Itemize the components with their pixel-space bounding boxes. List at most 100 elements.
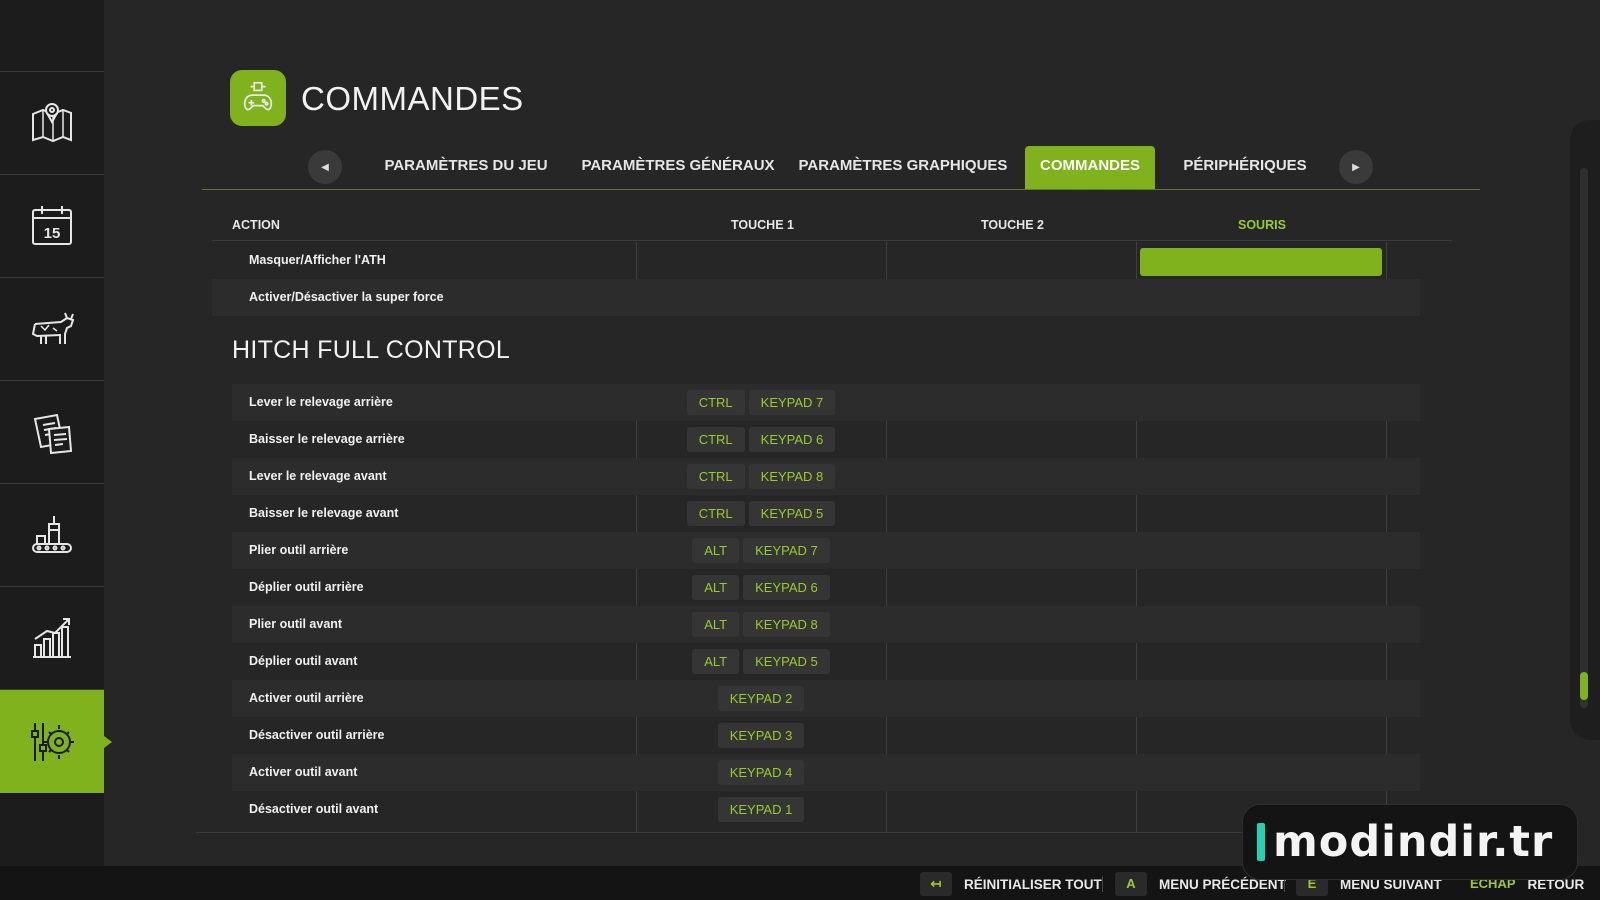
mouse-binding-selected[interactable] xyxy=(1140,248,1382,276)
action-label: Activer outil avant xyxy=(249,765,358,779)
binding-row[interactable]: Lever le relevage avant CTRL KEYPAD 8 xyxy=(232,458,1420,495)
key1-binding[interactable]: CTRL KEYPAD 5 xyxy=(636,501,886,526)
binding-row[interactable]: Déplier outil arrière ALT KEYPAD 6 xyxy=(232,569,1420,606)
key-cap: KEYPAD 1 xyxy=(717,797,805,822)
chart-icon xyxy=(33,618,71,658)
action-label: Baisser le relevage arrière xyxy=(249,432,405,446)
scrollbar-thumb[interactable] xyxy=(1580,672,1588,700)
svg-text:15: 15 xyxy=(44,225,61,242)
sidebar-item-contracts[interactable] xyxy=(0,381,104,484)
key1-binding[interactable]: KEYPAD 3 xyxy=(636,723,886,748)
cow-icon xyxy=(31,312,75,344)
binding-row[interactable]: Activer outil avant KEYPAD 4 xyxy=(232,754,1420,791)
prev-menu-key: A xyxy=(1115,872,1147,896)
action-label: Baisser le relevage avant xyxy=(249,506,399,520)
key-cap: KEYPAD 4 xyxy=(717,760,805,785)
calendar-icon: 15 xyxy=(32,206,72,245)
tab-peripherals[interactable]: PÉRIPHÉRIQUES xyxy=(1170,146,1320,189)
reset-all-label: RÉINITIALISER TOUT xyxy=(964,876,1102,892)
sidebar-item-settings[interactable] xyxy=(0,690,112,793)
page-icon xyxy=(230,70,286,126)
watermark-text: modindir.tr xyxy=(1273,817,1554,867)
sidebar-item-animals[interactable] xyxy=(0,278,104,381)
action-label: Activer outil arrière xyxy=(249,691,364,705)
arrow-right-icon: ▶ xyxy=(1352,161,1360,173)
tab-next-button[interactable]: ▶ xyxy=(1339,150,1373,184)
tab-prev-button[interactable]: ◀ xyxy=(308,150,342,184)
key-cap: ALT xyxy=(692,538,740,563)
key-cap: CTRL xyxy=(686,464,745,489)
key1-binding[interactable]: CTRL KEYPAD 7 xyxy=(636,390,886,415)
sidebar: 15 xyxy=(0,0,112,868)
settings-screen: 15 COMMANDES ◀ PARAMÈTRES DU JEU PARAMÈT… xyxy=(0,0,1600,900)
binding-row[interactable]: Masquer/Afficher l'ATH xyxy=(232,242,1420,279)
binding-row[interactable]: Activer/Désactiver la super force xyxy=(212,279,1420,316)
tab-graphics-settings[interactable]: PARAMÈTRES GRAPHIQUES xyxy=(798,146,1008,189)
watermark: modindir.tr xyxy=(1242,804,1578,880)
column-header-key1: TOUCHE 1 xyxy=(731,218,794,232)
key-cap: KEYPAD 2 xyxy=(717,686,805,711)
section-title: HITCH FULL CONTROL xyxy=(232,336,511,364)
sidebar-item-production[interactable] xyxy=(0,484,104,587)
key-cap: ALT xyxy=(692,575,740,600)
documents-icon xyxy=(33,413,73,455)
tab-controls[interactable]: COMMANDES xyxy=(1025,146,1155,189)
key1-binding[interactable]: CTRL KEYPAD 6 xyxy=(636,427,886,452)
key-cap: CTRL xyxy=(686,501,745,526)
binding-row[interactable]: Désactiver outil arrière KEYPAD 3 xyxy=(232,717,1420,754)
key-cap: KEYPAD 6 xyxy=(748,427,836,452)
key1-binding[interactable]: ALT KEYPAD 7 xyxy=(636,538,886,563)
sidebar-top-spacer xyxy=(0,0,104,72)
key1-binding[interactable]: KEYPAD 1 xyxy=(636,797,886,822)
table-bottom-divider xyxy=(196,832,1256,833)
key-cap: ALT xyxy=(692,649,740,674)
key1-binding[interactable]: KEYPAD 4 xyxy=(636,760,886,785)
key-cap: CTRL xyxy=(686,427,745,452)
action-label: Masquer/Afficher l'ATH xyxy=(249,253,386,267)
gamepad-icon xyxy=(243,81,273,111)
column-header-key2: TOUCHE 2 xyxy=(981,218,1044,232)
key-cap: KEYPAD 7 xyxy=(743,538,830,563)
action-label: Désactiver outil arrière xyxy=(249,728,385,742)
scrollbar-track[interactable] xyxy=(1580,168,1588,708)
settings-icon xyxy=(31,722,74,761)
binding-row[interactable]: Plier outil arrière ALT KEYPAD 7 xyxy=(232,532,1420,569)
binding-row[interactable]: Plier outil avant ALT KEYPAD 8 xyxy=(232,606,1420,643)
key1-binding[interactable]: KEYPAD 2 xyxy=(636,686,886,711)
tab-game-settings[interactable]: PARAMÈTRES DU JEU xyxy=(374,146,558,189)
binding-row[interactable]: Déplier outil avant ALT KEYPAD 5 xyxy=(232,643,1420,680)
page-title: COMMANDES xyxy=(301,80,524,117)
sidebar-item-statistics[interactable] xyxy=(0,587,104,690)
key-cap: KEYPAD 7 xyxy=(748,390,836,415)
binding-row[interactable]: Baisser le relevage arrière CTRL KEYPAD … xyxy=(232,421,1420,458)
tab-general-settings[interactable]: PARAMÈTRES GÉNÉRAUX xyxy=(576,146,780,189)
key1-binding[interactable]: CTRL KEYPAD 8 xyxy=(636,464,886,489)
hint-separator xyxy=(1102,876,1103,892)
action-label: Plier outil avant xyxy=(249,617,343,631)
key1-binding[interactable]: ALT KEYPAD 6 xyxy=(636,575,886,600)
map-icon xyxy=(32,103,72,143)
binding-row[interactable]: Activer outil arrière KEYPAD 2 xyxy=(232,680,1420,717)
action-label: Lever le relevage arrière xyxy=(249,395,393,409)
sidebar-item-map[interactable] xyxy=(0,72,104,175)
key-cap: KEYPAD 8 xyxy=(748,464,836,489)
watermark-bar xyxy=(1257,823,1265,861)
column-header-action: ACTION xyxy=(232,218,280,232)
action-label: Déplier outil avant xyxy=(249,654,358,668)
key1-binding[interactable]: ALT KEYPAD 5 xyxy=(636,649,886,674)
action-label: Désactiver outil avant xyxy=(249,802,379,816)
key1-binding[interactable]: ALT KEYPAD 8 xyxy=(636,612,886,637)
binding-row[interactable]: Baisser le relevage avant CTRL KEYPAD 5 xyxy=(232,495,1420,532)
key-cap: KEYPAD 5 xyxy=(743,649,830,674)
reset-all-button[interactable]: ↤ RÉINITIALISER TOUT xyxy=(920,872,1102,896)
reset-key-icon: ↤ xyxy=(920,872,952,896)
key-cap: KEYPAD 3 xyxy=(717,723,805,748)
binding-row[interactable]: Lever le relevage arrière CTRL KEYPAD 7 xyxy=(232,384,1420,421)
action-label: Plier outil arrière xyxy=(249,543,349,557)
key-cap: CTRL xyxy=(686,390,745,415)
sidebar-item-calendar[interactable]: 15 xyxy=(0,175,104,278)
header-divider xyxy=(212,240,1452,241)
production-icon xyxy=(32,516,72,553)
key-cap: ALT xyxy=(692,612,740,637)
key-cap: KEYPAD 5 xyxy=(748,501,836,526)
